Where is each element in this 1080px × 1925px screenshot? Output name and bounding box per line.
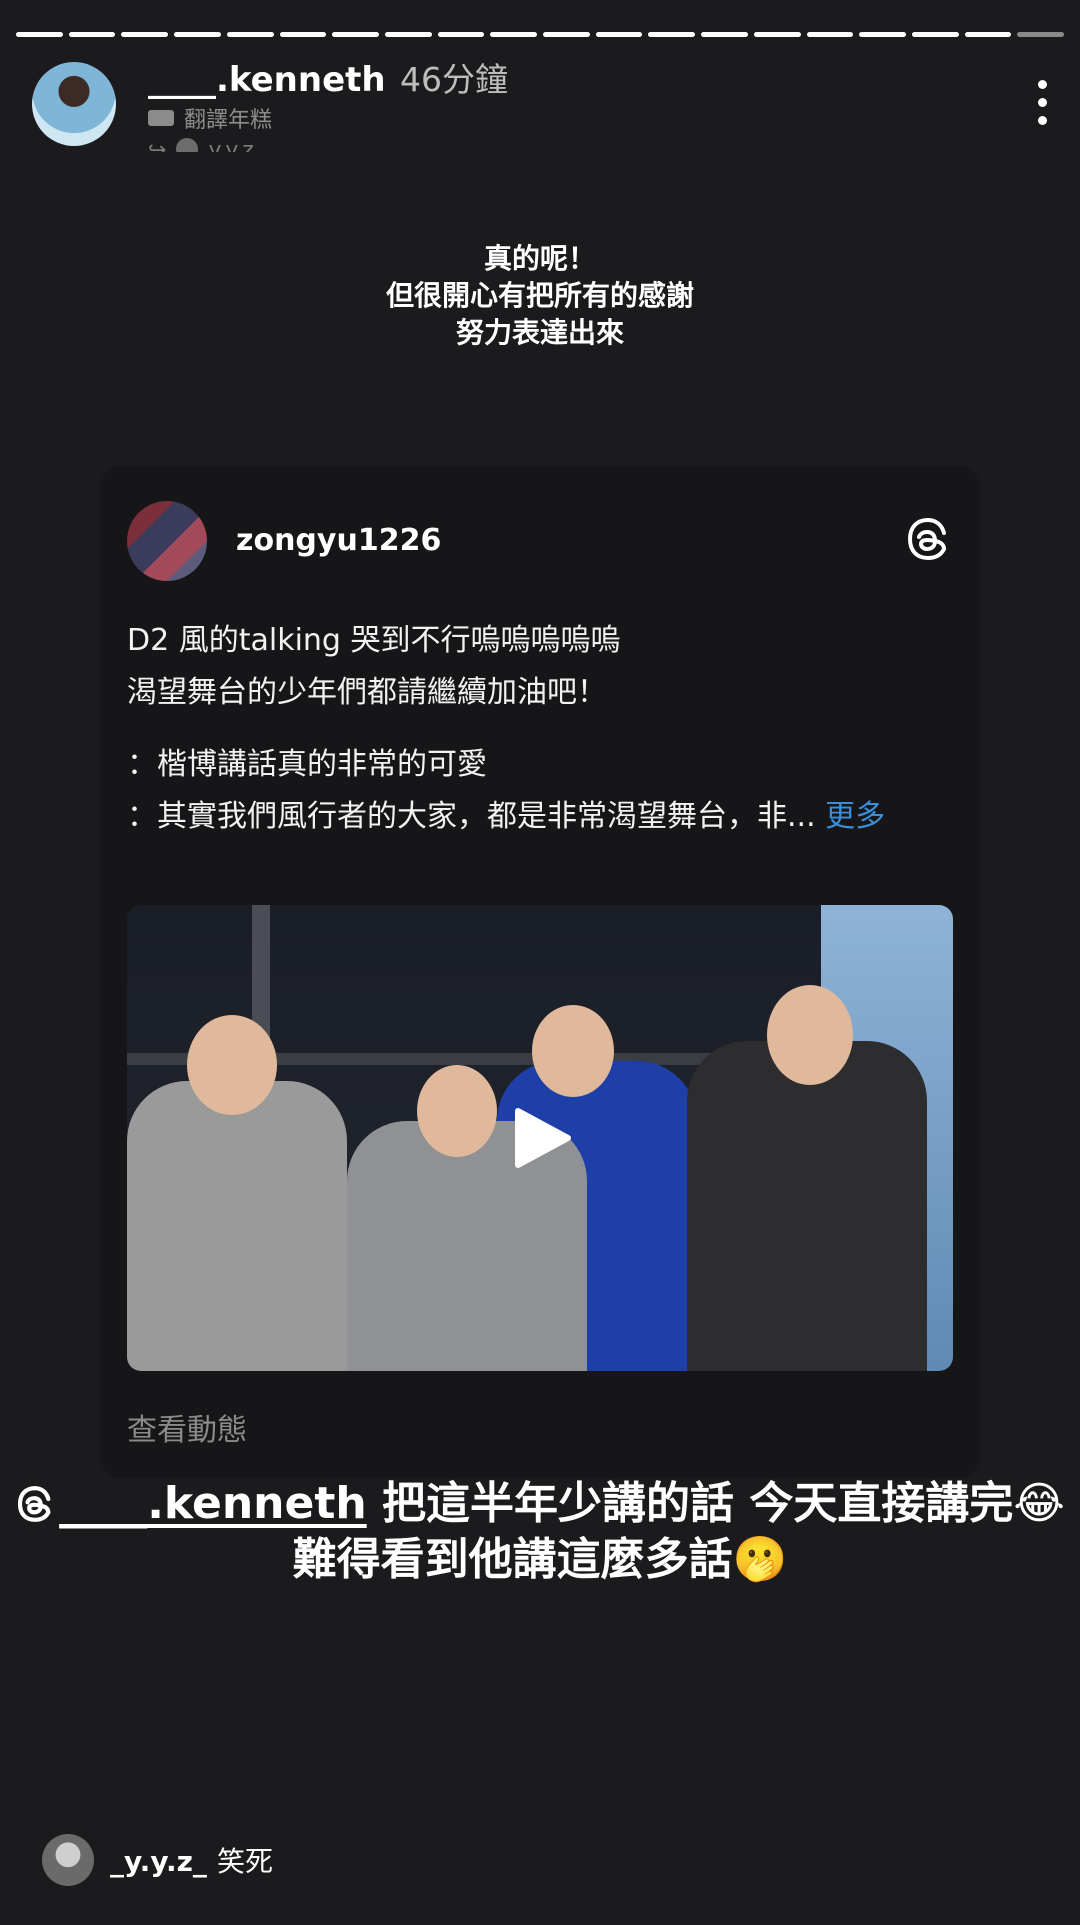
caption-mention[interactable]: ____.kenneth — [59, 1478, 366, 1529]
post-line: 渴望舞台的少年們都請繼續加油吧！ — [127, 675, 607, 710]
caption-line: 難得看到他講這麼多話🫢 — [292, 1534, 788, 1585]
caption-text: 把這半年少講的話 今天直接講完😂 — [366, 1478, 1065, 1529]
reshare-icon: ↪ — [148, 138, 167, 152]
progress-segment — [648, 32, 696, 37]
progress-segment — [384, 32, 432, 37]
progress-segment — [1017, 32, 1065, 37]
card-author-avatar[interactable] — [127, 501, 207, 581]
story-progress-bar — [16, 32, 1065, 37]
story-header: ____.kenneth 46分鐘 翻譯年糕 ↪ y.y.z — [32, 62, 1048, 152]
reply-text: _y.y.z_ 笑死 — [110, 1840, 273, 1880]
progress-segment — [753, 32, 801, 37]
post-time: 46分鐘 — [400, 60, 508, 99]
progress-segment — [16, 32, 63, 37]
progress-segment — [964, 32, 1012, 37]
progress-segment — [701, 32, 748, 37]
author-avatar[interactable] — [32, 62, 116, 146]
more-link[interactable]: 更多 — [825, 799, 885, 834]
post-line-text: ：其實我們風行者的大家，都是非常渴望舞台，非... — [127, 799, 816, 834]
story-text-line: 真的呢！ — [483, 242, 596, 275]
post-video[interactable] — [127, 905, 953, 1371]
play-icon[interactable] — [512, 1105, 572, 1171]
reshare-avatar — [176, 138, 199, 152]
progress-segment — [595, 32, 643, 37]
threads-mention-icon — [18, 1486, 51, 1522]
story-caption: ____.kenneth 把這半年少講的話 今天直接講完😂 難得看到他講這麼多話… — [0, 1476, 1080, 1588]
progress-segment — [68, 32, 116, 37]
more-options-icon[interactable] — [1036, 80, 1048, 125]
reply-avatar[interactable] — [42, 1834, 94, 1886]
story-text: 真的呢！ 但很開心有把所有的感謝 努力表達出來 — [0, 240, 1080, 351]
translate-label: 翻譯年糕 — [184, 108, 273, 133]
card-author-username[interactable]: zongyu1226 — [236, 523, 441, 558]
reply-message: 笑死 — [216, 1845, 273, 1878]
post-line: ：其實我們風行者的大家，都是非常渴望舞台，非... 更多 — [127, 791, 957, 843]
caption-line: ____.kenneth 把這半年少講的話 今天直接講完😂 — [0, 1476, 1080, 1532]
progress-segment — [437, 32, 485, 37]
post-line: ：楷博講話真的非常的可愛 — [127, 747, 487, 782]
threads-logo-icon — [907, 518, 946, 561]
story-text-line: 但很開心有把所有的感謝 — [385, 279, 694, 312]
reshare-row[interactable]: ↪ y.y.z — [148, 138, 254, 152]
progress-segment — [121, 32, 169, 37]
progress-segment — [332, 32, 379, 37]
progress-segment — [543, 32, 590, 37]
view-post-link[interactable]: 查看動態 — [127, 1405, 247, 1449]
translate-row[interactable]: 翻譯年糕 — [148, 102, 272, 134]
author-username[interactable]: ____.kenneth — [148, 62, 386, 98]
progress-segment — [174, 32, 221, 37]
card-post-text: D2 風的talking 哭到不行嗚嗚嗚嗚嗚 渴望舞台的少年們都請繼續加油吧！ … — [127, 615, 957, 843]
reply-row[interactable]: _y.y.z_ 笑死 — [42, 1834, 273, 1886]
progress-segment — [859, 32, 906, 37]
progress-segment — [806, 32, 854, 37]
progress-segment — [490, 32, 538, 37]
progress-segment — [911, 32, 959, 37]
progress-segment — [226, 32, 274, 37]
reply-username[interactable]: _y.y.z_ — [110, 1845, 207, 1878]
threads-post-card[interactable]: zongyu1226 D2 風的talking 哭到不行嗚嗚嗚嗚嗚 渴望舞台的少… — [100, 465, 980, 1479]
story-text-line: 努力表達出來 — [455, 316, 624, 349]
reshare-username: y.y.z — [208, 138, 254, 152]
progress-segment — [279, 32, 327, 37]
post-line: D2 風的talking 哭到不行嗚嗚嗚嗚嗚 — [127, 623, 621, 658]
translate-icon — [148, 110, 174, 126]
